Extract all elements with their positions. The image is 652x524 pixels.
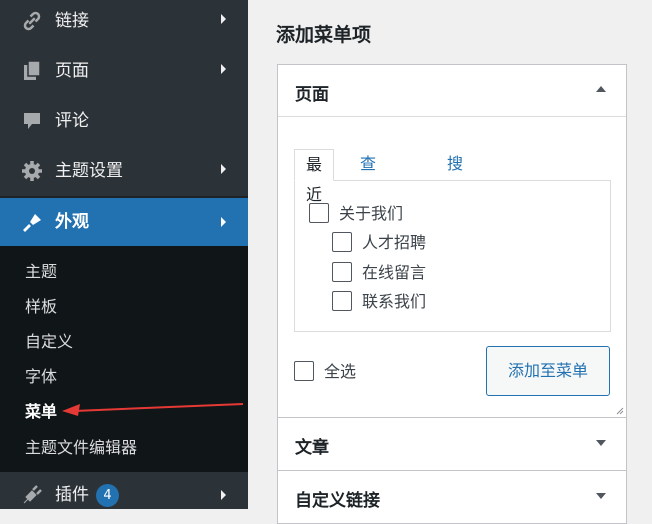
page-checkbox[interactable] (332, 262, 352, 282)
expand-arrow-icon[interactable] (596, 493, 606, 499)
resize-handle-icon[interactable] (616, 407, 624, 415)
sidebar-item-label: 外观 (55, 212, 89, 232)
posts-box: 文章 (277, 417, 627, 471)
posts-box-title: 文章 (295, 438, 329, 458)
page-label: 人才招聘 (362, 233, 427, 252)
sidebar-item-pages[interactable]: 页面 (0, 46, 248, 96)
sidebar-item-links[interactable]: 链接 (0, 0, 248, 46)
submenu-item-themes[interactable]: 主题 (25, 262, 57, 282)
annotation-arrow (62, 403, 244, 416)
chevron-right-icon (221, 14, 226, 24)
tab-view-all[interactable]: 查看所有 (349, 149, 387, 263)
posts-box-header[interactable]: 文章 (278, 418, 626, 470)
sidebar-item-label: 主题设置 (55, 161, 123, 181)
sidebar-item-label: 链接 (55, 11, 89, 31)
submenu-item-customize[interactable]: 自定义 (25, 332, 73, 352)
custom-links-box-header[interactable]: 自定义链接 (278, 471, 626, 523)
chevron-right-icon (221, 217, 226, 227)
submenu-item-theme-file-editor[interactable]: 主题文件编辑器 (25, 438, 137, 458)
recent-pages-list: 关于我们 人才招聘 在线留言 联系我们 (294, 180, 611, 332)
collapse-arrow-icon[interactable] (596, 86, 606, 92)
pages-box: 页面 最近 查看所有 搜索 关于我们 人才招聘 在线留言 联系我们 (277, 64, 627, 418)
submenu-item-patterns[interactable]: 样板 (25, 297, 57, 317)
link-icon (23, 11, 41, 31)
chevron-right-icon (221, 64, 226, 74)
select-all-label: 全选 (324, 362, 357, 381)
gear-icon (22, 161, 42, 181)
sidebar-item-appearance[interactable]: 外观 (0, 198, 248, 246)
custom-links-box: 自定义链接 (277, 470, 627, 524)
chevron-right-icon (221, 490, 226, 500)
appearance-submenu: 主题 样板 自定义 字体 菜单 主题文件编辑器 (0, 246, 248, 472)
sidebar-item-theme-settings[interactable]: 主题设置 (0, 146, 248, 196)
admin-sidebar: 链接 页面 评论 主题设置 外观 主题 样板 自定义 字体 菜单 主题文件编辑器… (0, 0, 248, 509)
tab-search[interactable]: 搜索 (436, 149, 474, 203)
update-count-badge: 4 (96, 484, 119, 507)
plugin-icon (23, 485, 42, 504)
page-label: 在线留言 (362, 263, 427, 282)
page-label: 联系我们 (362, 292, 427, 311)
page-title: 添加菜单项 (276, 24, 372, 46)
page-checkbox[interactable] (332, 232, 352, 252)
sidebar-item-label: 页面 (55, 61, 89, 81)
sidebar-item-comments[interactable]: 评论 (0, 96, 248, 146)
sidebar-item-plugins[interactable]: 插件 4 (0, 472, 248, 509)
add-to-menu-button[interactable]: 添加至菜单 (486, 346, 610, 396)
page-label: 关于我们 (339, 204, 404, 223)
chevron-right-icon (221, 164, 226, 174)
submenu-item-fonts[interactable]: 字体 (25, 367, 57, 387)
pages-icon (24, 60, 41, 80)
sidebar-item-label: 评论 (55, 111, 89, 131)
select-all-checkbox[interactable] (294, 361, 314, 381)
pages-box-title: 页面 (295, 85, 329, 105)
sidebar-item-label: 插件 (55, 485, 89, 505)
custom-links-box-title: 自定义链接 (295, 491, 380, 511)
main-content: 添加菜单项 页面 最近 查看所有 搜索 关于我们 人才招聘 在线留言 (248, 0, 652, 524)
expand-arrow-icon[interactable] (596, 440, 606, 446)
comments-icon (24, 113, 40, 129)
submenu-item-menus[interactable]: 菜单 (25, 402, 57, 422)
tab-recent[interactable]: 最近 (294, 149, 335, 204)
appearance-brush-icon (23, 214, 41, 232)
page-checkbox[interactable] (332, 291, 352, 311)
pages-box-header[interactable]: 页面 (278, 65, 626, 117)
